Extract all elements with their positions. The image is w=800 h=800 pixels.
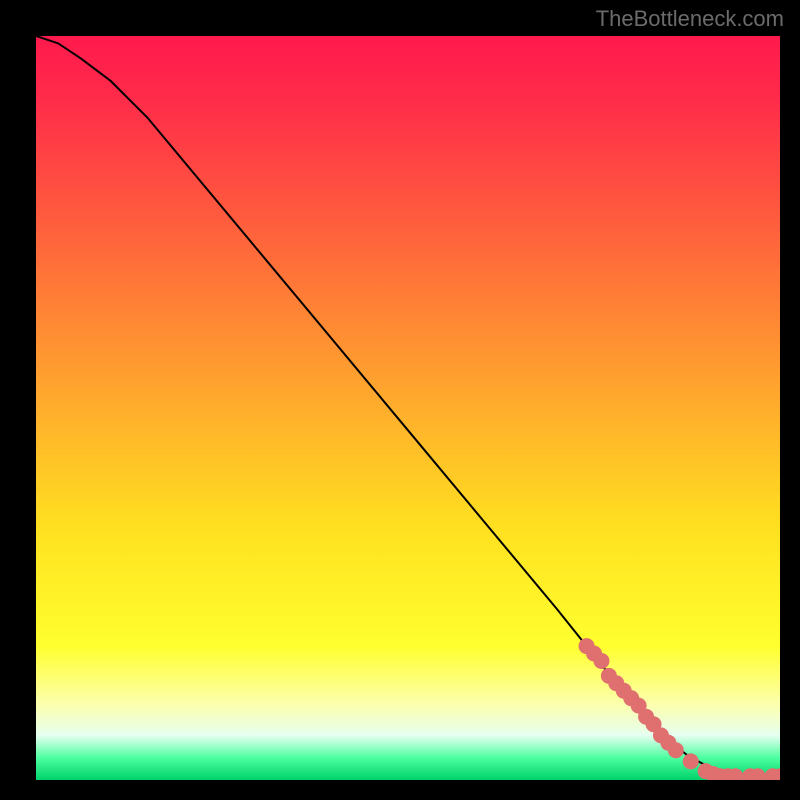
marker-dot [668, 742, 684, 758]
attribution-label: TheBottleneck.com [596, 6, 784, 32]
curve-path [36, 36, 780, 776]
stage: TheBottleneck.com [0, 0, 800, 800]
marker-group [579, 638, 780, 780]
marker-dot [683, 753, 699, 769]
chart-svg [36, 36, 780, 780]
plot-area [36, 36, 780, 780]
marker-dot [593, 653, 609, 669]
